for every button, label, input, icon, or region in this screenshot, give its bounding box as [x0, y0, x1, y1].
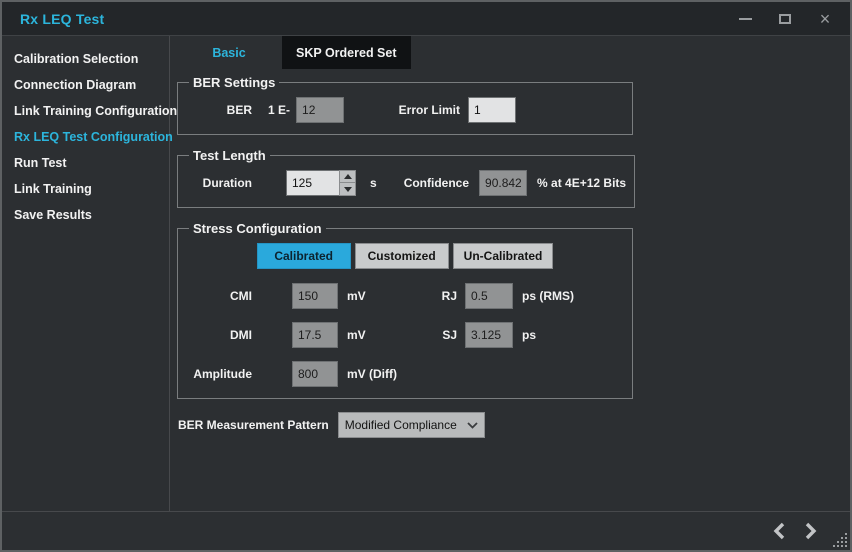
- ber-settings-title: BER Settings: [189, 75, 279, 90]
- test-length-row: Duration s Confidence % at 4E+12 Bits: [186, 170, 626, 196]
- arrow-up-icon: [344, 174, 352, 179]
- sj-field: [465, 322, 513, 348]
- tab-bar: Basic SKP Ordered Set: [176, 36, 850, 69]
- amplitude-unit: mV (Diff): [347, 367, 397, 381]
- resize-grip-icon: [833, 533, 848, 548]
- un-calibrated-button[interactable]: Un-Calibrated: [453, 243, 554, 269]
- dmi-label: DMI: [186, 328, 252, 342]
- confidence-field: [479, 170, 527, 196]
- rx-leq-test-window: Rx LEQ Test × Calibration Selection Conn…: [0, 0, 852, 552]
- duration-spin-buttons: [339, 170, 356, 196]
- arrow-down-icon: [344, 187, 352, 192]
- amplitude-label: Amplitude: [186, 367, 252, 381]
- sidebar-item-link-training-configuration[interactable]: Link Training Configuration: [2, 98, 169, 124]
- cmi-label: CMI: [186, 289, 252, 303]
- ber-label: BER: [186, 103, 252, 117]
- dmi-field: [292, 322, 338, 348]
- cmi-unit: mV: [347, 289, 419, 303]
- duration-field[interactable]: [286, 170, 339, 196]
- minimize-button[interactable]: [732, 9, 758, 29]
- ber-measurement-pattern-select[interactable]: Modified Compliance: [338, 412, 485, 438]
- window-title: Rx LEQ Test: [20, 11, 104, 27]
- window-body: Calibration Selection Connection Diagram…: [2, 36, 850, 511]
- sidebar: Calibration Selection Connection Diagram…: [2, 36, 170, 511]
- main-panel: Basic SKP Ordered Set BER Settings BER 1…: [170, 36, 850, 511]
- test-length-group: Test Length Duration s Confidence % at 4…: [177, 148, 635, 208]
- sidebar-item-link-training[interactable]: Link Training: [2, 176, 169, 202]
- confidence-label: Confidence: [404, 176, 469, 190]
- rj-label: RJ: [419, 289, 457, 303]
- minimize-icon: [739, 18, 752, 20]
- chevron-right-icon: [805, 522, 817, 540]
- stress-configuration-title: Stress Configuration: [189, 221, 326, 236]
- sj-unit: ps: [522, 328, 536, 342]
- maximize-icon: [779, 14, 791, 24]
- ber-exponent-prefix: 1 E-: [268, 103, 290, 117]
- dmi-sj-row: DMI mV SJ ps: [186, 322, 624, 348]
- rj-field: [465, 283, 513, 309]
- maximize-button[interactable]: [772, 9, 798, 29]
- sidebar-item-connection-diagram[interactable]: Connection Diagram: [2, 72, 169, 98]
- next-page-button[interactable]: [802, 520, 820, 542]
- chevron-left-icon: [773, 522, 785, 540]
- rj-unit: ps (RMS): [522, 289, 574, 303]
- sidebar-item-save-results[interactable]: Save Results: [2, 202, 169, 228]
- close-button[interactable]: ×: [812, 9, 838, 29]
- test-length-title: Test Length: [189, 148, 270, 163]
- ber-exponent-field: [296, 97, 344, 123]
- cmi-rj-row: CMI mV RJ ps (RMS): [186, 283, 624, 309]
- amplitude-field: [292, 361, 338, 387]
- previous-page-button[interactable]: [770, 520, 788, 542]
- ber-row: BER 1 E- Error Limit: [186, 97, 624, 123]
- amplitude-row: Amplitude mV (Diff): [186, 361, 624, 387]
- resize-grip[interactable]: [833, 533, 848, 548]
- duration-stepper: [286, 170, 356, 196]
- dmi-unit: mV: [347, 328, 419, 342]
- stress-mode-selector: Calibrated Customized Un-Calibrated: [186, 243, 624, 269]
- sidebar-item-calibration-selection[interactable]: Calibration Selection: [2, 46, 169, 72]
- tab-basic[interactable]: Basic: [176, 36, 282, 69]
- close-icon: ×: [820, 11, 831, 27]
- error-limit-label: Error Limit: [344, 103, 460, 117]
- ber-settings-group: BER Settings BER 1 E- Error Limit: [177, 75, 633, 135]
- confidence-suffix: % at 4E+12 Bits: [537, 176, 626, 190]
- sidebar-item-rx-leq-test-configuration[interactable]: Rx LEQ Test Configuration: [2, 124, 169, 150]
- error-limit-field[interactable]: [468, 97, 516, 123]
- cmi-field: [292, 283, 338, 309]
- duration-unit: s: [370, 176, 377, 190]
- window-controls: ×: [732, 9, 838, 29]
- duration-decrement-button[interactable]: [339, 183, 356, 196]
- calibrated-button[interactable]: Calibrated: [257, 243, 351, 269]
- duration-increment-button[interactable]: [339, 170, 356, 183]
- duration-label: Duration: [186, 176, 252, 190]
- sidebar-item-run-test[interactable]: Run Test: [2, 150, 169, 176]
- ber-measurement-pattern-value: Modified Compliance: [339, 418, 462, 432]
- title-bar: Rx LEQ Test ×: [2, 2, 850, 36]
- chevron-down-icon: [462, 422, 484, 429]
- sj-label: SJ: [419, 328, 457, 342]
- bottom-bar: [2, 511, 850, 550]
- customized-button[interactable]: Customized: [355, 243, 449, 269]
- stress-configuration-group: Stress Configuration Calibrated Customiz…: [177, 221, 633, 399]
- tab-skp-ordered-set[interactable]: SKP Ordered Set: [282, 36, 411, 69]
- ber-measurement-pattern-label: BER Measurement Pattern: [178, 418, 329, 432]
- ber-measurement-pattern-row: BER Measurement Pattern Modified Complia…: [176, 412, 850, 438]
